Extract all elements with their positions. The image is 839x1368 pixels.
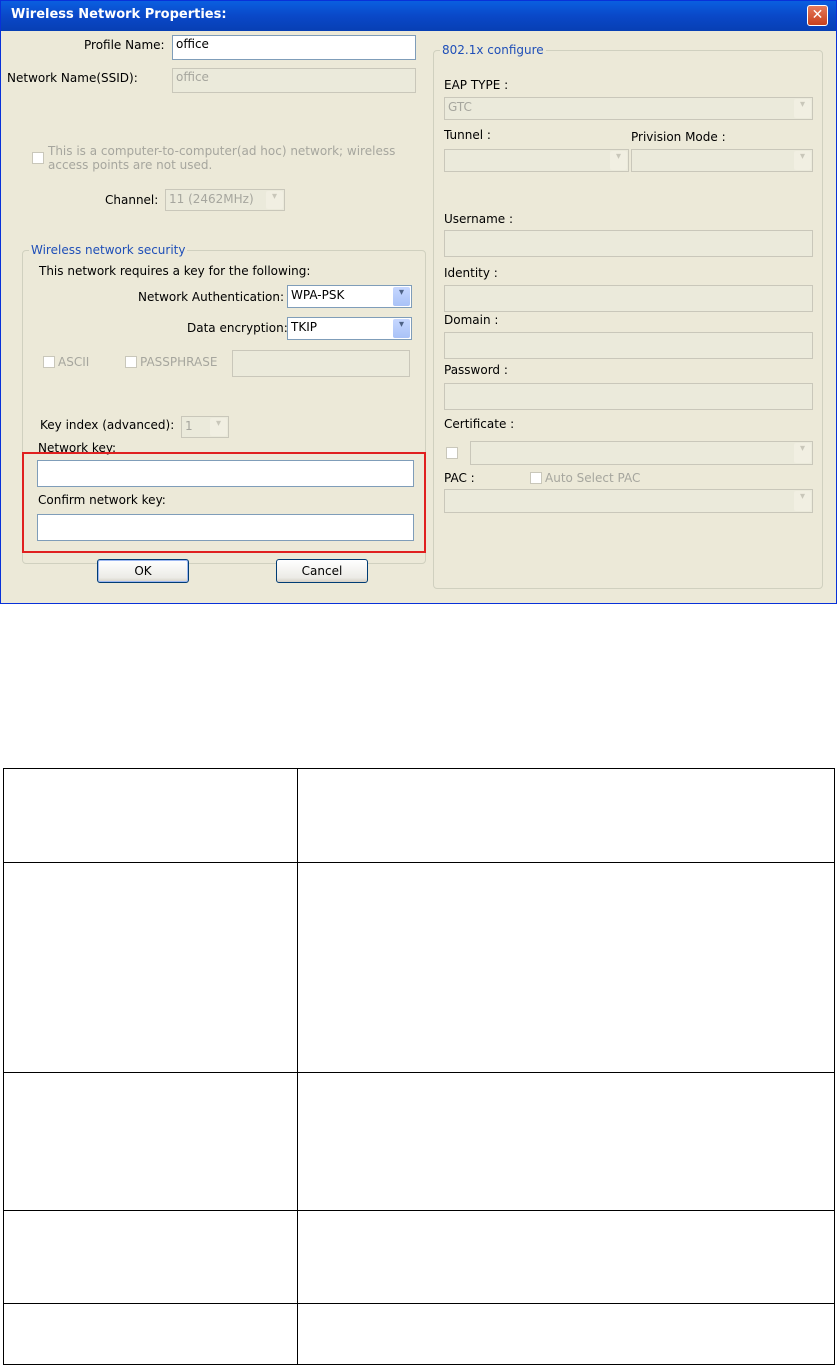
dropdown-arrow-icon: ▾ [393, 319, 410, 338]
adhoc-label-line2: access points are not used. [48, 158, 213, 172]
table-cell [296, 1072, 836, 1211]
profile-name-label: Profile Name: [84, 38, 165, 52]
dropdown-arrow-icon: ▾ [610, 151, 627, 170]
ascii-label: ASCII [58, 355, 90, 369]
eap-type-select[interactable]: GTC ▾ [444, 97, 813, 120]
wireless-network-properties-dialog: Wireless Network Properties: ✕ Profile N… [0, 0, 837, 604]
certificate-checkbox[interactable] [446, 447, 458, 459]
pac-label: PAC : [444, 471, 475, 485]
description-table [3, 768, 836, 1365]
table-cell [3, 768, 298, 863]
table-cell [296, 1303, 836, 1365]
dialog-title: Wireless Network Properties: [11, 7, 227, 22]
encryption-value: TKIP [291, 320, 317, 334]
domain-input[interactable] [444, 332, 813, 359]
title-bar[interactable]: Wireless Network Properties: ✕ [1, 1, 836, 31]
adhoc-label-line1: This is a computer-to-computer(ad hoc) n… [48, 144, 396, 158]
dropdown-arrow-icon: ▾ [266, 191, 283, 209]
username-input[interactable] [444, 230, 813, 257]
table-cell [296, 768, 836, 863]
table-row [3, 768, 836, 863]
identity-label: Identity : [444, 266, 498, 280]
passphrase-label: PASSPHRASE [140, 355, 218, 369]
channel-label: Channel: [105, 193, 159, 207]
identity-input[interactable] [444, 285, 813, 312]
provision-mode-select[interactable]: ▾ [631, 149, 813, 172]
table-row [3, 1210, 836, 1304]
dropdown-arrow-icon: ▾ [794, 151, 811, 170]
table-cell [296, 1210, 836, 1304]
dropdown-arrow-icon: ▾ [794, 491, 811, 511]
auto-pac-checkbox[interactable] [530, 472, 542, 484]
password-label: Password : [444, 363, 508, 377]
passphrase-input[interactable] [232, 350, 410, 377]
tunnel-label: Tunnel : [444, 128, 491, 142]
channel-select[interactable]: 11 (2462MHz) ▾ [165, 189, 285, 211]
encryption-select[interactable]: TKIP ▾ [287, 317, 412, 340]
key-index-label: Key index (advanced): [40, 418, 175, 432]
table-cell [296, 862, 836, 1073]
password-input[interactable] [444, 383, 813, 410]
eap-type-label: EAP TYPE : [444, 78, 509, 92]
table-row [3, 1072, 836, 1211]
table-cell [3, 862, 298, 1073]
auth-select[interactable]: WPA-PSK ▾ [287, 285, 412, 308]
adhoc-checkbox[interactable] [32, 152, 44, 164]
passphrase-checkbox[interactable] [125, 356, 137, 368]
highlight-box [22, 452, 426, 553]
provision-mode-label: Privision Mode : [631, 130, 726, 144]
auto-pac-label: Auto Select PAC [545, 471, 641, 485]
profile-name-input[interactable]: office [172, 35, 416, 60]
cancel-button[interactable]: Cancel [276, 559, 368, 583]
encryption-label: Data encryption: [187, 321, 288, 335]
dropdown-arrow-icon: ▾ [210, 418, 227, 436]
domain-label: Domain : [444, 313, 499, 327]
requires-key-text: This network requires a key for the foll… [39, 264, 311, 278]
auth-label: Network Authentication: [138, 290, 285, 304]
dropdown-arrow-icon: ▾ [794, 99, 811, 118]
channel-value: 11 (2462MHz) [169, 192, 254, 206]
ssid-label: Network Name(SSID): [7, 71, 138, 85]
auth-value: WPA-PSK [291, 288, 345, 302]
username-label: Username : [444, 212, 514, 226]
table-cell [3, 1072, 298, 1211]
tunnel-select[interactable]: ▾ [444, 149, 629, 172]
ascii-checkbox[interactable] [43, 356, 55, 368]
table-cell [3, 1210, 298, 1304]
pac-select[interactable]: ▾ [444, 489, 813, 513]
dialog-body: Profile Name: office Network Name(SSID):… [7, 31, 830, 597]
8021x-legend: 802.1x configure [440, 43, 546, 57]
table-row [3, 1303, 836, 1365]
key-index-value: 1 [185, 419, 193, 433]
table-row [3, 862, 836, 1073]
ok-button[interactable]: OK [97, 559, 189, 583]
close-button[interactable]: ✕ [807, 5, 828, 26]
dropdown-arrow-icon: ▾ [794, 443, 811, 463]
eap-type-value: GTC [448, 100, 472, 114]
key-index-select[interactable]: 1 ▾ [181, 416, 229, 438]
security-legend: Wireless network security [29, 243, 188, 257]
certificate-select[interactable]: ▾ [470, 441, 813, 465]
certificate-label: Certificate : [444, 417, 515, 431]
dropdown-arrow-icon: ▾ [393, 287, 410, 306]
ssid-input[interactable]: office [172, 68, 416, 93]
table-cell [3, 1303, 298, 1365]
close-icon: ✕ [811, 7, 824, 23]
